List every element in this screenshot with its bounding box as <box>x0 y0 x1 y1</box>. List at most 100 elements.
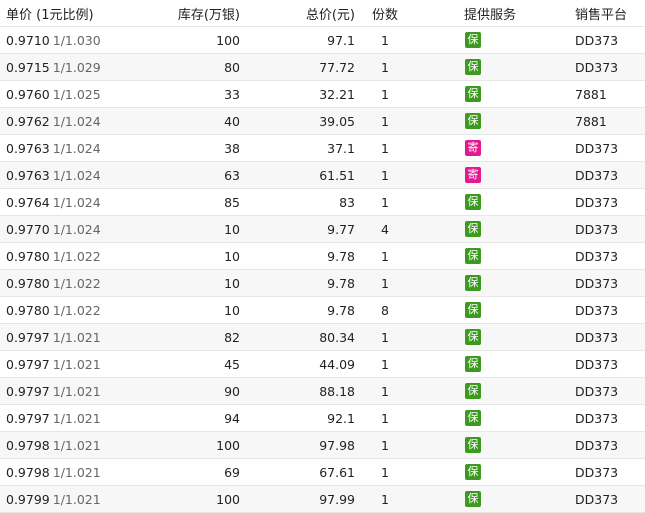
total-price-cell: 97.98 <box>240 431 355 459</box>
unit-price: 0.9770 <box>6 221 50 237</box>
price-cell: 0.9780 1/1.022 <box>0 242 150 270</box>
table-header-row: 单价 (1元比例) 库存(万银) 总价(元) 份数 提供服务 销售平台 <box>0 0 645 27</box>
service-cell: 寄 <box>415 161 520 189</box>
price-cell: 0.9780 1/1.022 <box>0 269 150 297</box>
table-row[interactable]: 0.9770 1/1.024 10 9.77 4 保 DD373 <box>0 215 645 243</box>
count-cell: 1 <box>355 161 415 189</box>
service-cell: 保 <box>415 188 520 216</box>
platform-cell: DD373 <box>520 485 645 513</box>
total-price-cell: 32.21 <box>240 80 355 108</box>
price-ratio: 1/1.021 <box>52 491 101 507</box>
table-row[interactable]: 0.9797 1/1.021 94 92.1 1 保 DD373 <box>0 404 645 432</box>
count-cell: 4 <box>355 215 415 243</box>
service-cell: 寄 <box>415 134 520 162</box>
platform-cell: DD373 <box>520 242 645 270</box>
service-cell: 保 <box>415 296 520 324</box>
price-cell: 0.9760 1/1.025 <box>0 80 150 108</box>
guarantee-badge: 保 <box>465 383 481 400</box>
table-row[interactable]: 0.9799 1/1.021 100 97.99 1 保 DD373 <box>0 485 645 513</box>
unit-price: 0.9797 <box>6 410 50 426</box>
price-ratio: 1/1.021 <box>52 356 101 372</box>
table-row[interactable]: 0.9780 1/1.022 10 9.78 8 保 DD373 <box>0 296 645 324</box>
service-cell: 保 <box>415 431 520 459</box>
unit-price: 0.9797 <box>6 329 50 345</box>
price-cell: 0.9764 1/1.024 <box>0 188 150 216</box>
header-total-price[interactable]: 总价(元) <box>240 0 355 27</box>
guarantee-badge: 保 <box>465 221 481 238</box>
header-service: 提供服务 <box>415 0 520 27</box>
price-ratio: 1/1.021 <box>52 383 101 399</box>
unit-price: 0.9762 <box>6 113 50 129</box>
unit-price: 0.9797 <box>6 356 50 372</box>
guarantee-badge: 保 <box>465 194 481 211</box>
table-row[interactable]: 0.9780 1/1.022 10 9.78 1 保 DD373 <box>0 269 645 297</box>
table-row[interactable]: 0.9798 1/1.021 100 97.98 1 保 DD373 <box>0 431 645 459</box>
total-price-cell: 67.61 <box>240 458 355 486</box>
unit-price: 0.9780 <box>6 248 50 264</box>
count-cell: 1 <box>355 53 415 81</box>
platform-cell: 7881 <box>520 80 645 108</box>
stock-cell: 100 <box>150 431 240 459</box>
table-row[interactable]: 0.9760 1/1.025 33 32.21 1 保 7881 <box>0 80 645 108</box>
total-price-cell: 9.78 <box>240 242 355 270</box>
count-cell: 1 <box>355 26 415 54</box>
table-row[interactable]: 0.9798 1/1.021 69 67.61 1 保 DD373 <box>0 458 645 486</box>
header-count[interactable]: 份数 <box>355 0 415 27</box>
guarantee-badge: 保 <box>465 491 481 508</box>
header-stock[interactable]: 库存(万银) <box>150 0 240 27</box>
platform-cell: DD373 <box>520 323 645 351</box>
guarantee-badge: 保 <box>465 356 481 373</box>
service-cell: 保 <box>415 107 520 135</box>
price-cell: 0.9797 1/1.021 <box>0 404 150 432</box>
price-cell: 0.9799 1/1.021 <box>0 485 150 513</box>
stock-cell: 45 <box>150 350 240 378</box>
price-ratio: 1/1.030 <box>52 32 101 48</box>
table-row[interactable]: 0.9764 1/1.024 85 83 1 保 DD373 <box>0 188 645 216</box>
price-ratio: 1/1.022 <box>52 302 101 318</box>
platform-cell: DD373 <box>520 188 645 216</box>
price-ratio: 1/1.025 <box>52 86 101 102</box>
table-row[interactable]: 0.9797 1/1.021 45 44.09 1 保 DD373 <box>0 350 645 378</box>
total-price-cell: 97.1 <box>240 26 355 54</box>
table-row[interactable]: 0.9710 1/1.030 100 97.1 1 保 DD373 <box>0 26 645 54</box>
guarantee-badge: 保 <box>465 113 481 130</box>
stock-cell: 38 <box>150 134 240 162</box>
table-body: 0.9710 1/1.030 100 97.1 1 保 DD373 0.9715 1/1.029… <box>0 26 645 513</box>
stock-cell: 69 <box>150 458 240 486</box>
table-row[interactable]: 0.9797 1/1.021 90 88.18 1 保 DD373 <box>0 377 645 405</box>
price-cell: 0.9763 1/1.024 <box>0 134 150 162</box>
platform-cell: DD373 <box>520 377 645 405</box>
platform-cell: DD373 <box>520 269 645 297</box>
total-price-cell: 77.72 <box>240 53 355 81</box>
platform-cell: DD373 <box>520 134 645 162</box>
unit-price: 0.9799 <box>6 491 50 507</box>
price-ratio: 1/1.021 <box>52 464 101 480</box>
table-row[interactable]: 0.9763 1/1.024 63 61.51 1 寄 DD373 <box>0 161 645 189</box>
table-row[interactable]: 0.9797 1/1.021 82 80.34 1 保 DD373 <box>0 323 645 351</box>
total-price-cell: 61.51 <box>240 161 355 189</box>
header-unit-price[interactable]: 单价 (1元比例) <box>0 0 150 27</box>
platform-cell: DD373 <box>520 458 645 486</box>
guarantee-badge: 保 <box>465 437 481 454</box>
price-cell: 0.9770 1/1.024 <box>0 215 150 243</box>
service-cell: 保 <box>415 350 520 378</box>
stock-cell: 90 <box>150 377 240 405</box>
price-ratio: 1/1.029 <box>52 59 101 75</box>
stock-cell: 40 <box>150 107 240 135</box>
total-price-cell: 9.77 <box>240 215 355 243</box>
count-cell: 1 <box>355 80 415 108</box>
count-cell: 1 <box>355 188 415 216</box>
unit-price: 0.9780 <box>6 275 50 291</box>
header-platform: 销售平台 <box>520 0 645 27</box>
listing-table: 单价 (1元比例) 库存(万银) 总价(元) 份数 提供服务 销售平台 0.97… <box>0 0 645 513</box>
table-row[interactable]: 0.9780 1/1.022 10 9.78 1 保 DD373 <box>0 242 645 270</box>
price-ratio: 1/1.024 <box>52 221 101 237</box>
table-row[interactable]: 0.9763 1/1.024 38 37.1 1 寄 DD373 <box>0 134 645 162</box>
stock-cell: 33 <box>150 80 240 108</box>
price-ratio: 1/1.024 <box>52 167 101 183</box>
table-row[interactable]: 0.9715 1/1.029 80 77.72 1 保 DD373 <box>0 53 645 81</box>
unit-price: 0.9710 <box>6 32 50 48</box>
guarantee-badge: 保 <box>465 59 481 76</box>
guarantee-badge: 保 <box>465 410 481 427</box>
table-row[interactable]: 0.9762 1/1.024 40 39.05 1 保 7881 <box>0 107 645 135</box>
